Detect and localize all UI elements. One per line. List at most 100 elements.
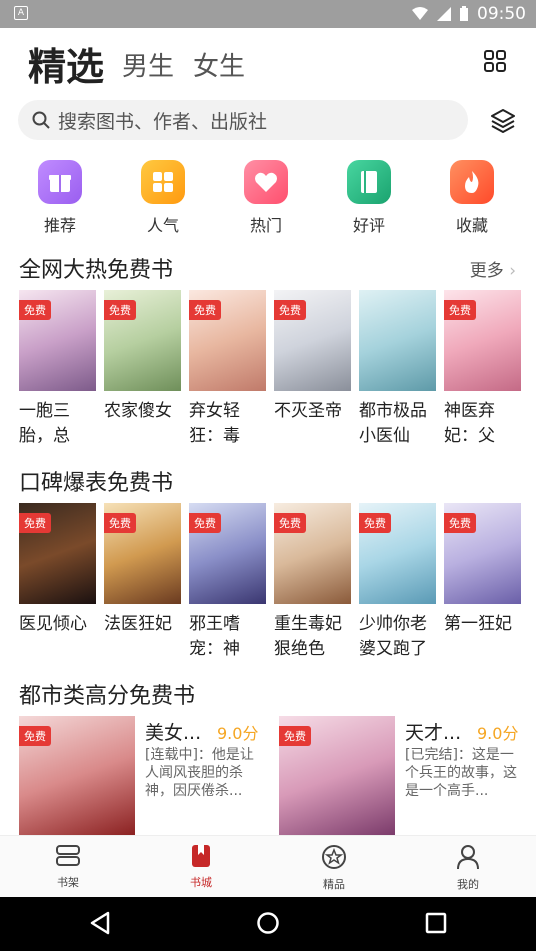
book-cover: 免费 xyxy=(444,503,521,604)
category-label: 推荐 xyxy=(43,216,76,235)
profile-icon xyxy=(457,845,479,870)
book-card[interactable]: 免费 不灭圣帝 xyxy=(274,290,351,449)
category-label: 热门 xyxy=(249,216,282,235)
book-title: 邪王嗜宠：神医... xyxy=(189,614,240,659)
category-label: 收藏 xyxy=(455,216,488,235)
book-card[interactable]: 免费 重生毒妃狠绝色 xyxy=(274,503,351,662)
top-tabs: 精选 男生 女生 xyxy=(0,28,536,98)
search-icon xyxy=(32,111,50,129)
book-cover xyxy=(359,290,436,391)
free-badge: 免费 xyxy=(104,513,136,533)
back-icon[interactable] xyxy=(88,911,112,935)
grid-icon xyxy=(141,160,185,204)
book-cover: 免费 xyxy=(189,503,266,604)
recents-icon[interactable] xyxy=(424,911,448,935)
book-title: 天才... xyxy=(405,722,462,744)
book-cover: 免费 xyxy=(104,503,181,604)
book-cover: 免费 xyxy=(189,290,266,391)
heart-icon xyxy=(244,160,288,204)
book-cover: 免费 xyxy=(19,716,135,836)
book-title: 法医狂妃 xyxy=(104,614,172,634)
battery-icon xyxy=(460,6,468,21)
book-card[interactable]: 免费 第一狂妃 xyxy=(444,503,521,662)
free-badge: 免费 xyxy=(279,726,311,746)
flame-icon xyxy=(450,160,494,204)
book-card[interactable]: 免费 神医弃妃：父王... xyxy=(444,290,521,449)
book-card[interactable]: 免费 弃女轻狂：毒妃... xyxy=(189,290,266,449)
nav-label: 我的 xyxy=(457,878,479,891)
bookshelf-icon xyxy=(56,845,80,866)
book-description: [已完结]：这是一个兵王的故事，这是一个高手... xyxy=(405,747,517,799)
nav-label: 精品 xyxy=(323,878,345,891)
category-label: 人气 xyxy=(146,216,179,235)
category-favorites[interactable]: 收藏 xyxy=(432,160,512,236)
category-recommend[interactable]: 推荐 xyxy=(20,160,100,236)
free-badge: 免费 xyxy=(359,513,391,533)
book-score: 9.0分 xyxy=(477,724,519,743)
book-title: 弃女轻狂：毒妃... xyxy=(189,401,240,446)
layers-icon[interactable] xyxy=(490,107,516,133)
book-cover: 免费 xyxy=(19,290,96,391)
chevron-right-icon: › xyxy=(509,261,516,281)
section-title-hot: 全网大热免费书 xyxy=(19,258,174,283)
book-title: 美女... xyxy=(145,722,202,744)
book-title: 一胞三胎，总裁... xyxy=(19,401,70,446)
notification-icon: A xyxy=(14,6,28,20)
book-cover: 免费 xyxy=(19,503,96,604)
premium-icon xyxy=(322,845,346,869)
book-card-wide[interactable]: 免费 天才... 9.0分 [已完结]：这是一个兵王的故事，这是一个高手... xyxy=(279,716,529,836)
book-card[interactable]: 都市极品小医仙 xyxy=(359,290,436,449)
book-title: 都市极品小医仙 xyxy=(359,401,427,446)
more-link[interactable]: 更多 › xyxy=(470,256,516,281)
book-title: 医见倾心 xyxy=(19,614,87,634)
book-card[interactable]: 免费 法医狂妃 xyxy=(104,503,181,662)
nav-premium[interactable]: 精品 xyxy=(304,844,364,892)
book-icon xyxy=(347,160,391,204)
book-cover: 免费 xyxy=(444,290,521,391)
free-badge: 免费 xyxy=(19,513,51,533)
category-row: 推荐 人气 热门 好评 收藏 xyxy=(0,160,536,240)
book-cover: 免费 xyxy=(274,290,351,391)
nav-bookstore[interactable]: 书城 xyxy=(171,844,231,890)
book-score: 9.0分 xyxy=(217,724,259,743)
book-card[interactable]: 免费 少帅你老婆又跑了 xyxy=(359,503,436,662)
book-card[interactable]: 免费 农家傻女 xyxy=(104,290,181,449)
book-cover: 免费 xyxy=(359,503,436,604)
gift-icon xyxy=(38,160,82,204)
book-title: 神医弃妃：父王... xyxy=(444,401,495,446)
book-description: [连载中]：他是让人闻风丧胆的杀神，因厌倦杀... xyxy=(145,747,254,799)
free-badge: 免费 xyxy=(444,300,476,320)
search-placeholder: 搜索图书、作者、出版社 xyxy=(58,110,268,133)
system-nav-bar xyxy=(0,897,536,951)
tab-male[interactable]: 男生 xyxy=(122,46,174,83)
book-card[interactable]: 免费 医见倾心 xyxy=(19,503,96,662)
tab-female[interactable]: 女生 xyxy=(193,46,245,83)
free-badge: 免费 xyxy=(274,300,306,320)
book-title: 第一狂妃 xyxy=(444,614,512,634)
book-card[interactable]: 免费 一胞三胎，总裁... xyxy=(19,290,96,449)
home-icon[interactable] xyxy=(256,911,280,935)
nav-profile[interactable]: 我的 xyxy=(438,844,498,892)
book-card[interactable]: 免费 邪王嗜宠：神医... xyxy=(189,503,266,662)
nav-label: 书城 xyxy=(190,876,212,889)
free-badge: 免费 xyxy=(189,513,221,533)
category-label: 好评 xyxy=(352,216,385,235)
book-title: 不灭圣帝 xyxy=(274,401,342,421)
book-title: 农家傻女 xyxy=(104,401,172,421)
nav-bookshelf[interactable]: 书架 xyxy=(38,844,98,890)
free-badge: 免费 xyxy=(19,300,51,320)
signal-icon xyxy=(437,7,451,21)
wifi-icon xyxy=(412,7,428,20)
section-title-urban: 都市类高分免费书 xyxy=(19,684,196,709)
book-card-wide[interactable]: 免费 美女... 9.0分 [连载中]：他是让人闻风丧胆的杀神，因厌倦杀... xyxy=(19,716,269,836)
free-badge: 免费 xyxy=(104,300,136,320)
tab-featured[interactable]: 精选 xyxy=(28,36,104,91)
search-input[interactable]: 搜索图书、作者、出版社 xyxy=(18,100,468,140)
section-title-acclaimed: 口碑爆表免费书 xyxy=(19,471,174,496)
bookstore-icon xyxy=(192,845,210,867)
category-grid-icon[interactable] xyxy=(484,50,506,72)
category-top-rated[interactable]: 好评 xyxy=(329,160,409,236)
category-popular[interactable]: 人气 xyxy=(123,160,203,236)
category-hot[interactable]: 热门 xyxy=(226,160,306,236)
book-cover: 免费 xyxy=(274,503,351,604)
